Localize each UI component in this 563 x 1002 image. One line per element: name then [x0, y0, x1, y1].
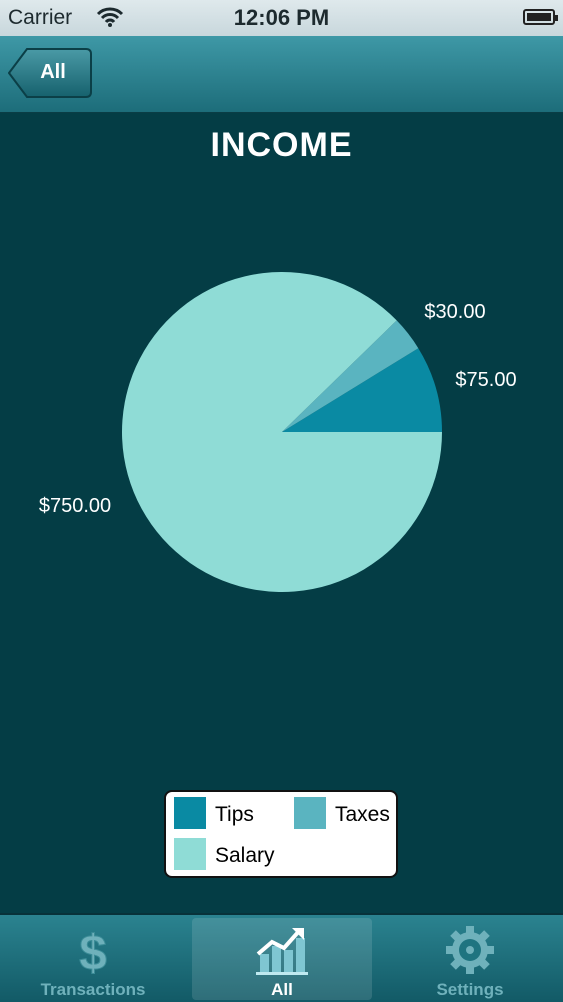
- legend-label-salary: Salary: [215, 844, 275, 867]
- gear-icon: [380, 924, 560, 976]
- tab-all[interactable]: All: [192, 918, 372, 1000]
- tab-bar: $ Transactions All Settings: [0, 913, 563, 1002]
- tab-settings[interactable]: Settings: [380, 918, 560, 1000]
- legend-swatch-salary: [174, 838, 206, 870]
- navigation-bar: All: [0, 36, 563, 113]
- back-button-label: All: [40, 61, 66, 83]
- pie-label-taxes: $30.00: [424, 301, 485, 323]
- back-button[interactable]: All: [8, 47, 92, 99]
- income-pie-chart: $75.00 $30.00 $750.00: [0, 180, 563, 780]
- legend-label-taxes: Taxes: [335, 803, 390, 826]
- pie-label-tips: $75.00: [455, 369, 516, 391]
- chart-legend: Tips Taxes Salary: [164, 790, 398, 878]
- legend-swatch-taxes: [294, 797, 326, 829]
- chart-icon: [192, 924, 372, 976]
- pie-chart-svg: $75.00 $30.00 $750.00: [39, 271, 517, 592]
- battery-icon: [523, 9, 558, 25]
- dollar-icon: $: [3, 924, 183, 977]
- tab-label-settings: Settings: [436, 980, 504, 999]
- tab-label-transactions: Transactions: [40, 980, 146, 999]
- legend-swatch-tips: [174, 797, 206, 829]
- pie-label-salary: $750.00: [39, 495, 111, 517]
- tab-transactions[interactable]: $ Transactions: [3, 918, 183, 1000]
- legend-label-tips: Tips: [215, 803, 254, 826]
- battery-level: [527, 13, 551, 21]
- page-title: INCOME: [210, 126, 353, 164]
- status-time: 12:06 PM: [233, 5, 330, 30]
- svg-text:$: $: [79, 925, 107, 976]
- status-bar: Carrier 12:06 PM: [0, 0, 563, 36]
- tab-label-all: All: [271, 980, 293, 999]
- pie-slice-salary: [121, 271, 442, 592]
